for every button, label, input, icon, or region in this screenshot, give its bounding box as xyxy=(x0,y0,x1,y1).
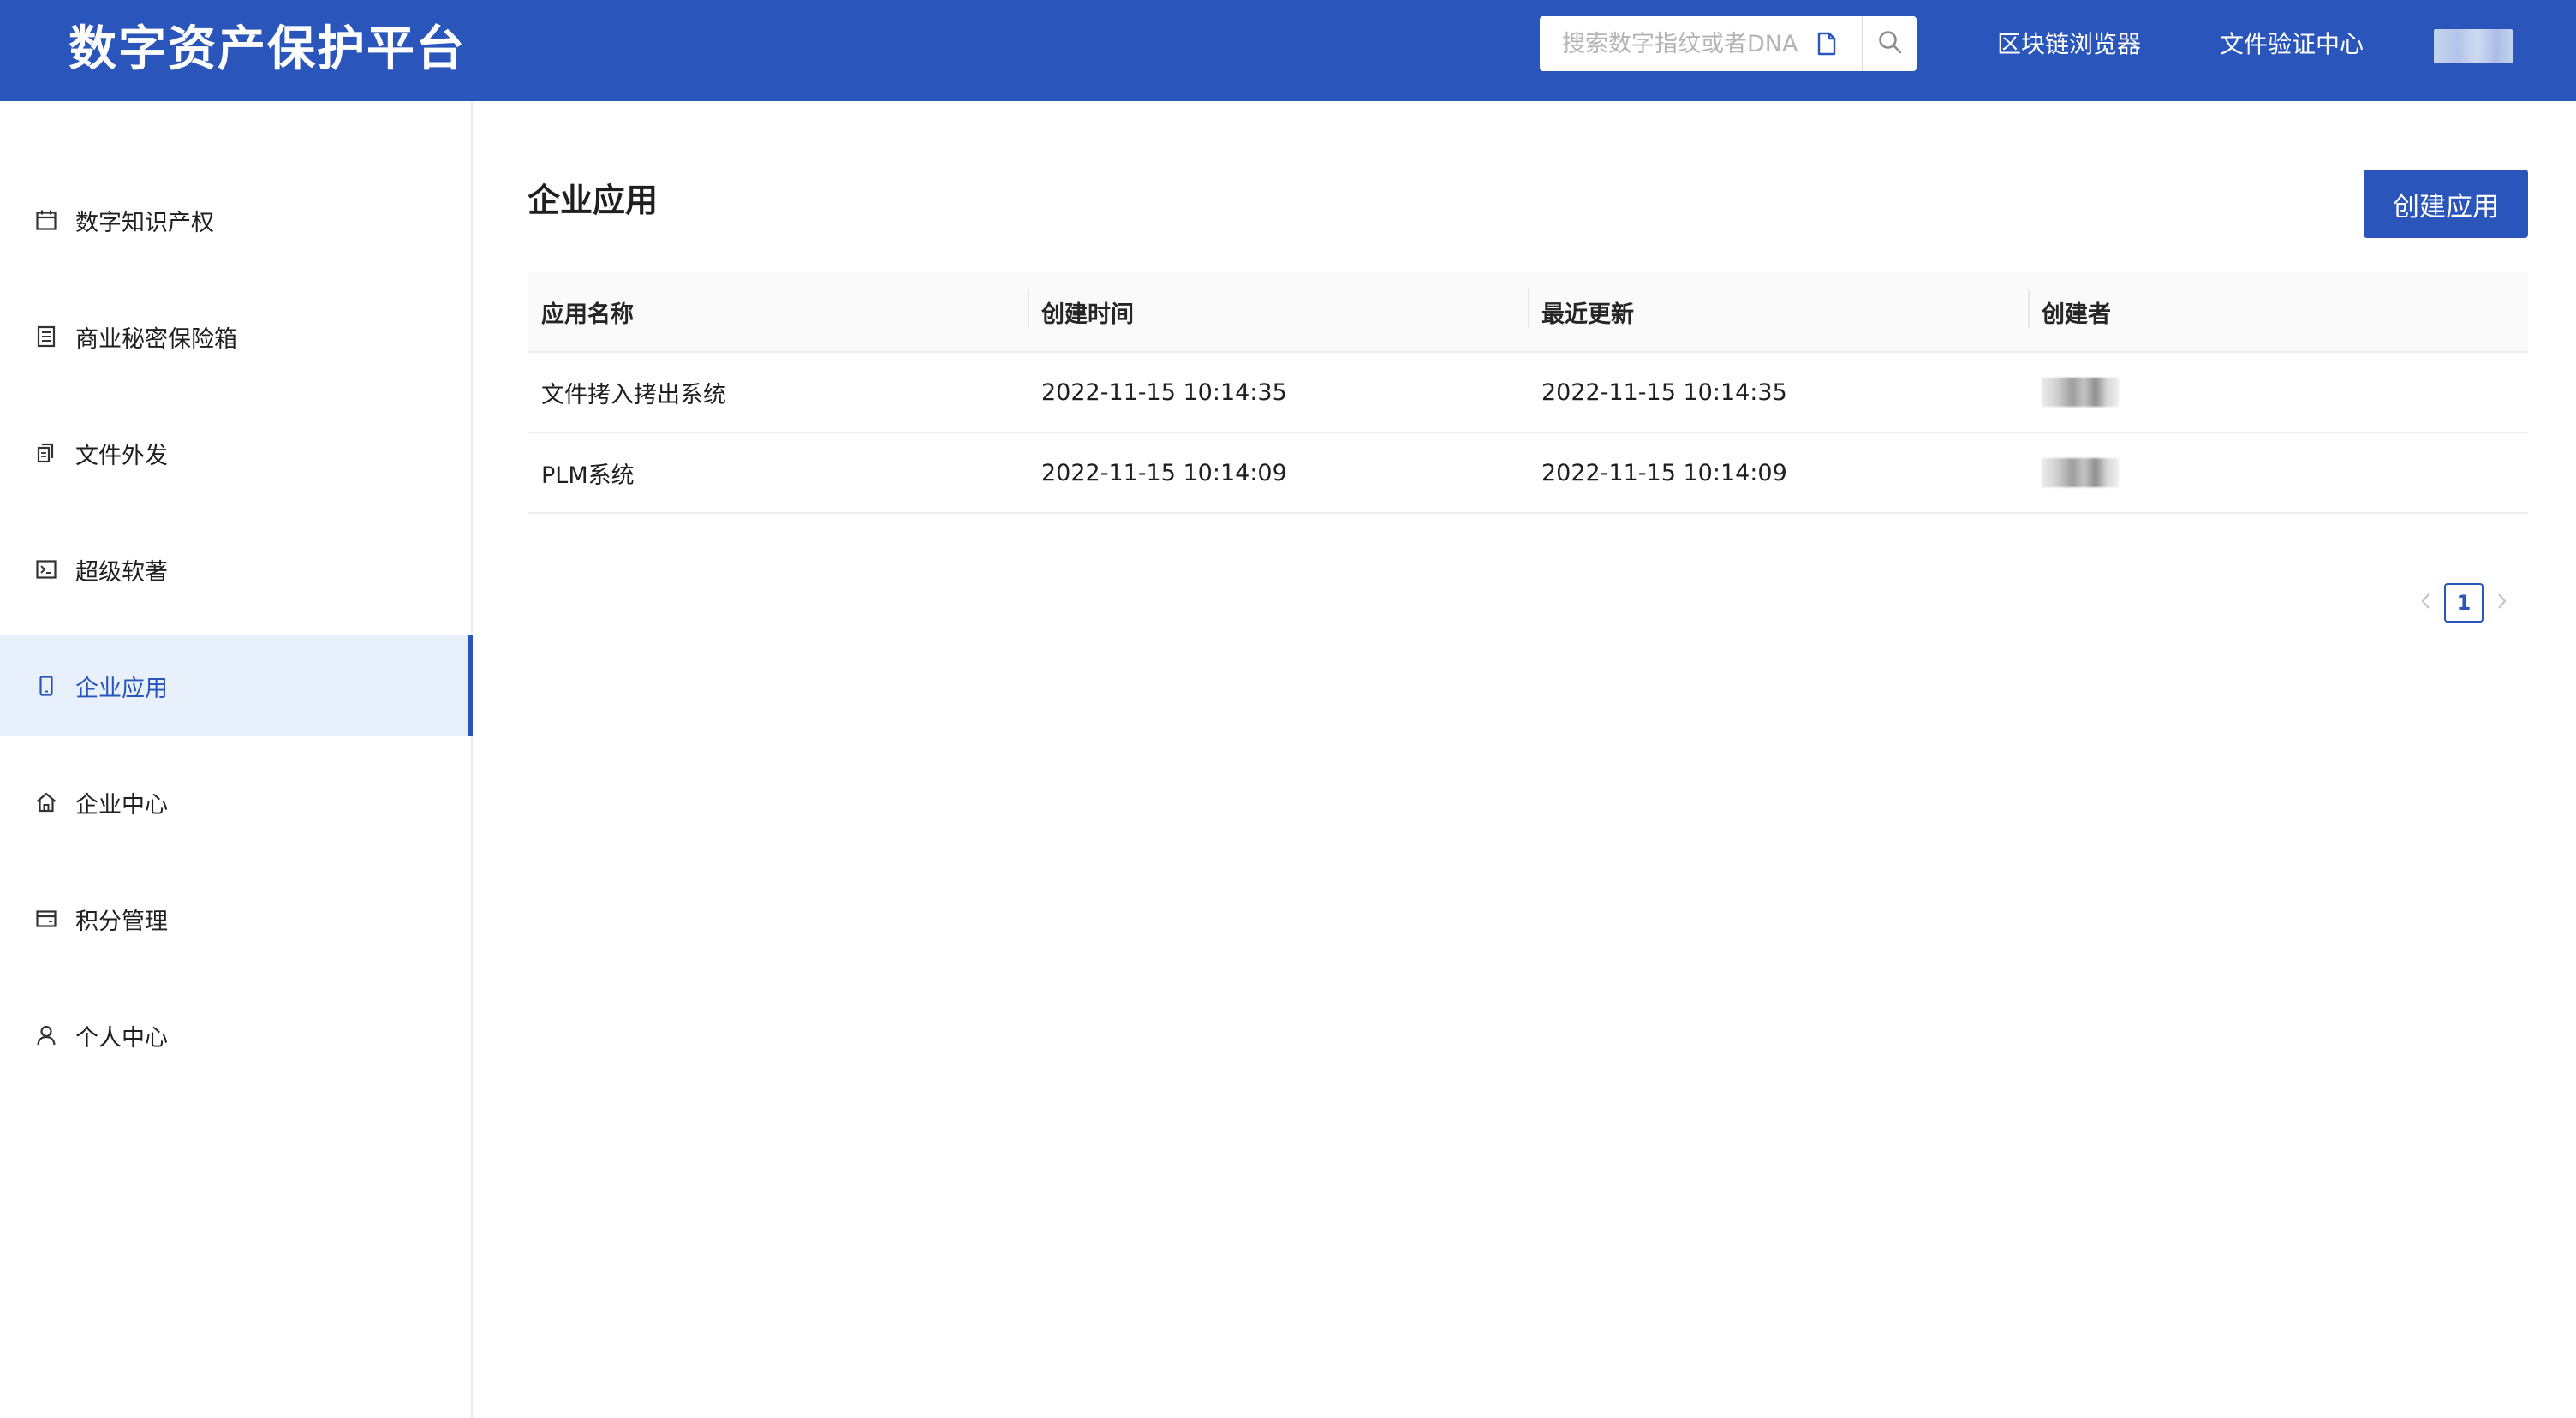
chevron-left-icon xyxy=(2418,591,2434,615)
sidebar-item-personal-center[interactable]: 个人中心 xyxy=(0,985,473,1086)
sidebar-item-digital-ip[interactable]: 数字知识产权 xyxy=(0,170,473,271)
safe-box-icon xyxy=(34,325,58,349)
sidebar-item-enterprise-center[interactable]: 企业中心 xyxy=(0,752,473,853)
creator-redacted xyxy=(2042,378,2119,407)
table-header-row: 应用名称 创建时间 最近更新 创建者 xyxy=(528,272,2528,353)
sidebar: 数字知识产权 商业秘密保险箱 文件外发 超级软著 企业应用 企业中心 积分管理 … xyxy=(0,101,473,1418)
column-header-app-name: 应用名称 xyxy=(541,301,634,328)
sidebar-item-label: 数字知识产权 xyxy=(75,209,214,236)
search-box xyxy=(1540,16,1917,71)
sidebar-item-enterprise-apps[interactable]: 企业应用 xyxy=(0,635,473,736)
cell-created-time: 2022-11-15 10:14:09 xyxy=(1041,459,1287,486)
sidebar-item-secret-safe[interactable]: 商业秘密保险箱 xyxy=(0,286,473,387)
table-row[interactable]: PLM系统 2022-11-15 10:14:09 2022-11-15 10:… xyxy=(528,433,2528,514)
cell-app-name: PLM系统 xyxy=(541,462,635,489)
cell-last-updated: 2022-11-15 10:14:35 xyxy=(1541,378,1787,406)
cell-creator xyxy=(2028,378,2528,407)
sidebar-item-label: 企业中心 xyxy=(75,791,168,819)
search-button[interactable] xyxy=(1863,16,1917,71)
card-icon xyxy=(34,907,58,931)
home-icon xyxy=(34,790,58,814)
search-input[interactable] xyxy=(1562,30,1810,57)
documents-icon xyxy=(34,441,58,465)
sidebar-item-label: 超级软著 xyxy=(75,558,168,586)
create-app-button[interactable]: 创建应用 xyxy=(2364,170,2528,238)
search-icon xyxy=(1877,29,1903,58)
column-header-created-time: 创建时间 xyxy=(1028,288,1528,329)
cell-last-updated: 2022-11-15 10:14:09 xyxy=(1541,459,1787,486)
search-field-wrapper xyxy=(1540,16,1863,71)
table-row[interactable]: 文件拷入拷出系统 2022-11-15 10:14:35 2022-11-15 … xyxy=(528,353,2528,433)
avatar[interactable] xyxy=(2434,29,2513,63)
nav-file-verification[interactable]: 文件验证中心 xyxy=(2220,26,2364,63)
top-header: 数字资产保护平台 区块链浏览器 文件验证中心 xyxy=(0,0,2576,101)
apps-table: 应用名称 创建时间 最近更新 创建者 文件拷入拷出系统 2022-11-15 1… xyxy=(528,272,2528,514)
chevron-right-icon xyxy=(2494,591,2509,615)
prev-page-button[interactable] xyxy=(2412,582,2441,623)
user-icon xyxy=(34,1023,58,1047)
next-page-button[interactable] xyxy=(2487,582,2516,623)
sidebar-item-points[interactable]: 积分管理 xyxy=(0,868,473,969)
sidebar-item-label: 积分管理 xyxy=(75,908,168,935)
sidebar-item-label: 企业应用 xyxy=(75,675,168,702)
file-upload-icon[interactable] xyxy=(1814,30,1840,57)
cell-creator xyxy=(2028,458,2528,487)
column-header-creator: 创建者 xyxy=(2028,288,2528,329)
pagination: 1 xyxy=(2412,582,2516,623)
sidebar-item-label: 文件外发 xyxy=(75,442,168,469)
sidebar-item-label: 商业秘密保险箱 xyxy=(75,325,237,353)
terminal-icon xyxy=(34,557,58,581)
sidebar-item-super-copyright[interactable]: 超级软著 xyxy=(0,519,473,620)
mobile-icon xyxy=(34,674,58,698)
cell-created-time: 2022-11-15 10:14:35 xyxy=(1041,378,1287,406)
sidebar-item-file-outgoing[interactable]: 文件外发 xyxy=(0,402,473,503)
sidebar-item-label: 个人中心 xyxy=(75,1024,168,1052)
column-header-last-updated: 最近更新 xyxy=(1528,288,2028,329)
app-logo[interactable]: 数字资产保护平台 xyxy=(69,15,466,84)
nav-blockchain-explorer[interactable]: 区块链浏览器 xyxy=(1997,26,2141,63)
creator-redacted xyxy=(2042,458,2119,487)
page-title: 企业应用 xyxy=(528,182,659,219)
page-number-current[interactable]: 1 xyxy=(2444,583,2484,623)
calendar-icon xyxy=(34,208,58,232)
cell-app-name: 文件拷入拷出系统 xyxy=(541,381,726,408)
